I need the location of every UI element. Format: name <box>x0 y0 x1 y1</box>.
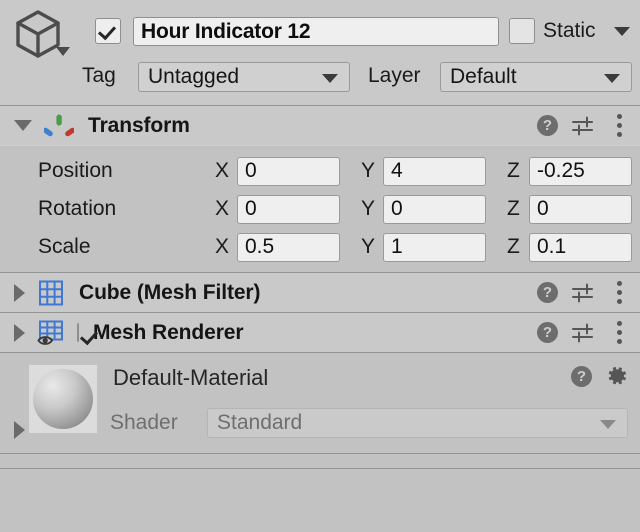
layer-label: Layer <box>368 64 421 87</box>
component-title: Cube (Mesh Filter) <box>79 280 261 304</box>
help-icon[interactable]: ? <box>571 365 592 387</box>
scale-label: Scale <box>38 235 91 258</box>
kebab-menu-icon[interactable] <box>608 281 630 304</box>
component-header-mesh-renderer[interactable]: Mesh Renderer ? <box>0 313 640 352</box>
static-dropdown-caret[interactable] <box>614 27 630 36</box>
gameobject-enabled-checkbox[interactable] <box>95 18 121 44</box>
scale-x-input[interactable]: 0.5 <box>237 232 340 262</box>
component-header-icons: ? <box>537 273 630 312</box>
position-z-input[interactable]: -0.25 <box>529 156 632 186</box>
component-header-icons: ? <box>537 313 630 352</box>
scale-y-input[interactable]: 1 <box>383 232 486 262</box>
help-icon[interactable]: ? <box>537 322 558 343</box>
chevron-down-icon <box>600 420 616 429</box>
material-sphere-preview-icon[interactable] <box>29 365 97 433</box>
rotation-y-input[interactable]: 0 <box>383 194 486 224</box>
foldout-triangle-down-icon[interactable] <box>14 120 32 131</box>
transform-gizmo-icon <box>42 113 76 139</box>
preset-sliders-icon[interactable] <box>572 283 594 303</box>
axis-label-y: Y <box>361 159 376 182</box>
transform-rotation-row: Rotation X 0 Y 0 Z 0 <box>0 190 640 228</box>
component-title: Transform <box>88 113 190 137</box>
tag-label: Tag <box>82 64 116 87</box>
chevron-down-icon <box>322 74 338 83</box>
material-foldout-triangle-right-icon[interactable] <box>14 421 25 439</box>
shader-dropdown[interactable]: Standard <box>207 408 628 438</box>
kebab-menu-icon[interactable] <box>608 114 630 137</box>
material-block: Default-Material ? Shader Standard <box>0 353 640 453</box>
scale-z-input[interactable]: 0.1 <box>529 232 632 262</box>
rotation-label: Rotation <box>38 197 117 220</box>
gear-icon[interactable] <box>606 365 628 387</box>
divider <box>0 468 640 469</box>
bottom-strip <box>0 454 640 468</box>
axis-label-z: Z <box>507 197 520 220</box>
mesh-renderer-icon <box>37 319 65 347</box>
component-header-icons: ? <box>537 106 630 145</box>
static-checkbox-box <box>509 18 535 44</box>
foldout-triangle-right-icon[interactable] <box>14 283 25 302</box>
material-name: Default-Material <box>113 365 269 390</box>
preset-sliders-icon[interactable] <box>572 323 594 343</box>
static-label: Static <box>543 19 596 42</box>
shader-dropdown-value: Standard <box>217 411 303 434</box>
check-icon <box>95 18 121 44</box>
help-icon[interactable]: ? <box>537 115 558 136</box>
gameobject-name-input[interactable]: Hour Indicator 12 <box>133 17 499 46</box>
position-x-input[interactable]: 0 <box>237 156 340 186</box>
axis-label-y: Y <box>361 235 376 258</box>
axis-label-z: Z <box>507 159 520 182</box>
transform-position-row: Position X 0 Y 4 Z -0.25 <box>0 152 640 190</box>
kebab-menu-icon[interactable] <box>608 321 630 344</box>
unity-inspector-panel: Hour Indicator 12 Static Tag Untagged La… <box>0 0 640 532</box>
material-header-icons: ? <box>571 365 628 387</box>
material-preview-ball <box>33 369 93 429</box>
position-label: Position <box>38 159 113 182</box>
foldout-triangle-right-icon[interactable] <box>14 323 25 342</box>
tag-dropdown[interactable]: Untagged <box>138 62 350 92</box>
axis-label-x: X <box>215 159 230 182</box>
transform-body: Position X 0 Y 4 Z -0.25 Rotation X 0 Y … <box>0 146 640 272</box>
mesh-filter-icon <box>37 279 65 307</box>
component-header-mesh-filter[interactable]: Cube (Mesh Filter) ? <box>0 273 640 312</box>
rotation-x-input[interactable]: 0 <box>237 194 340 224</box>
axis-label-x: X <box>215 197 230 220</box>
component-title: Mesh Renderer <box>93 320 244 344</box>
layer-dropdown-value: Default <box>450 65 517 88</box>
cube-icon-dropdown-caret[interactable] <box>56 47 70 56</box>
mesh-renderer-enabled-checkbox[interactable] <box>77 322 79 342</box>
rotation-z-input[interactable]: 0 <box>529 194 632 224</box>
axis-label-z: Z <box>507 235 520 258</box>
help-icon[interactable]: ? <box>537 282 558 303</box>
shader-label: Shader <box>110 411 178 434</box>
axis-label-y: Y <box>361 197 376 220</box>
component-header-transform[interactable]: Transform ? <box>0 106 640 145</box>
tag-dropdown-value: Untagged <box>148 65 240 88</box>
axis-label-x: X <box>215 235 230 258</box>
check-icon <box>77 322 79 342</box>
gameobject-header: Hour Indicator 12 Static Tag Untagged La… <box>0 0 640 105</box>
static-checkbox[interactable] <box>509 18 535 44</box>
transform-scale-row: Scale X 0.5 Y 1 Z 0.1 <box>0 228 640 266</box>
layer-dropdown[interactable]: Default <box>440 62 632 92</box>
position-y-input[interactable]: 4 <box>383 156 486 186</box>
preset-sliders-icon[interactable] <box>572 116 594 136</box>
chevron-down-icon <box>604 74 620 83</box>
